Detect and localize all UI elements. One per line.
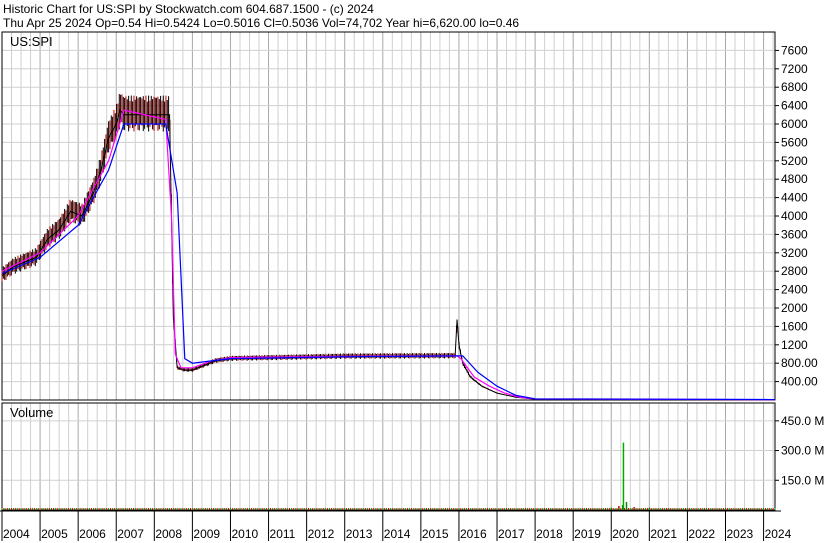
year-label: 2013 [346,527,373,541]
volume-label: Volume [10,405,53,420]
year-label: 2008 [155,527,182,541]
price-tick-label: 800.00 [781,356,818,370]
price-tick-label: 3200 [781,246,808,260]
historic-chart: US:SPI Volume 400.00 800.00 1200 1600 2000 24… [0,31,824,541]
year-label: 2024 [765,527,792,541]
symbol-label: US:SPI [10,34,53,49]
price-tick-label: 7600 [781,43,808,57]
price-tick-label: 1600 [781,319,808,333]
price-tick-label: 4400 [781,191,808,205]
volume-panel-grid [2,403,775,510]
year-label: 2011 [270,527,296,541]
year-label: 2007 [117,527,144,541]
year-label: 2016 [460,527,487,541]
price-tick-label: 1200 [781,338,808,352]
price-axis-ticks: 400.00 800.00 1200 1600 2000 2400 2800 3200 3600… [775,43,818,389]
year-label: 2023 [726,527,753,541]
price-tick-label: 5600 [781,135,808,149]
year-label: 2022 [688,527,715,541]
price-tick-label: 2800 [781,264,808,278]
price-tick-label: 6800 [781,80,808,94]
volume-tick-label: 300.0 M [781,444,824,458]
year-label: 2005 [41,527,68,541]
price-tick-label: 4800 [781,172,808,186]
year-label: 2020 [612,527,639,541]
year-label: 2019 [574,527,601,541]
price-tick-label: 5200 [781,154,808,168]
volume-axis-ticks: 150.0 M 300.0 M 450.0 M [775,414,824,487]
volume-tick-label: 150.0 M [781,473,824,487]
year-label: 2015 [422,527,449,541]
price-tick-label: 6000 [781,117,808,131]
price-tick-label: 6400 [781,99,808,113]
year-label: 2014 [384,527,411,541]
price-tick-label: 7200 [781,62,808,76]
price-tick-label: 2400 [781,283,808,297]
price-tick-label: 3600 [781,227,808,241]
price-tick-label: 4000 [781,209,808,223]
price-tick-label: 2000 [781,301,808,315]
year-axis: 2004 2005 2006 2007 2008 2009 2010 2011 2012 2013… [0,510,792,541]
year-label: 2004 [3,527,30,541]
year-label: 2006 [79,527,106,541]
year-label: 2009 [193,527,220,541]
price-panel-grid [2,32,775,400]
year-label: 2021 [650,527,677,541]
year-label: 2017 [498,527,525,541]
year-label: 2012 [308,527,335,541]
year-label: 2018 [536,527,563,541]
year-label: 2010 [231,527,258,541]
price-tick-label: 400.00 [781,375,818,389]
volume-tick-label: 450.0 M [781,414,824,428]
